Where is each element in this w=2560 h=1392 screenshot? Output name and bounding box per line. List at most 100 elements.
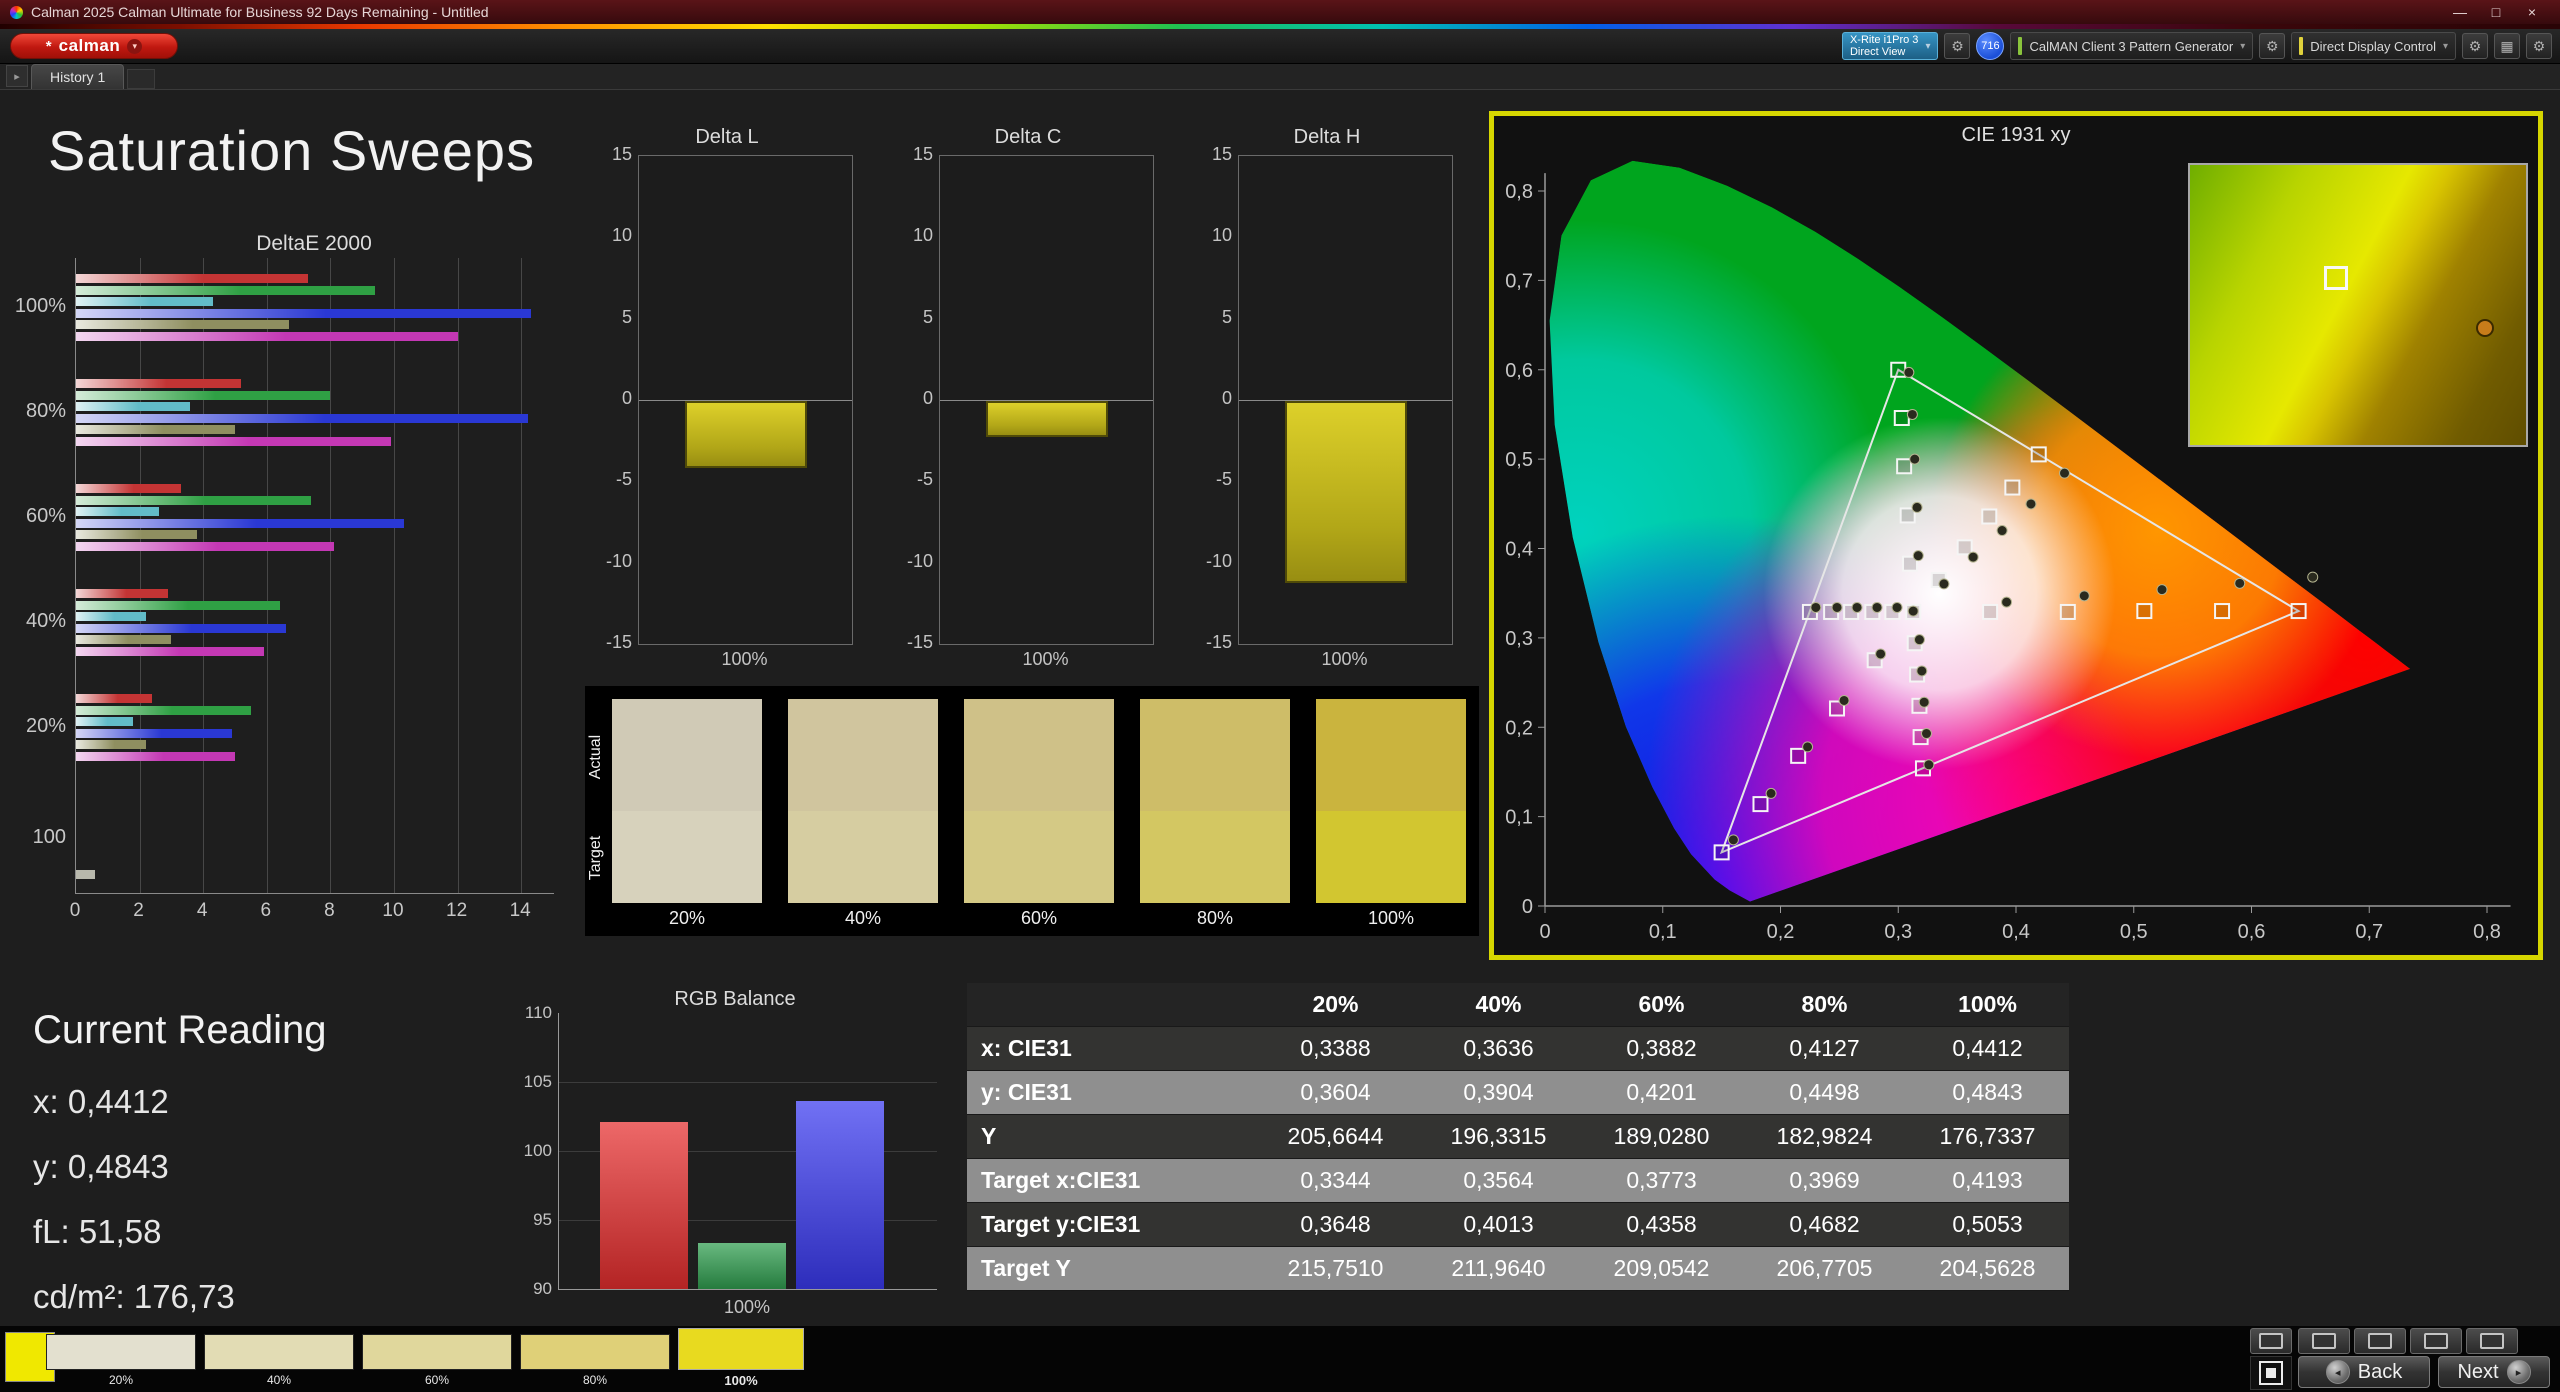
y-tick-label: 0 bbox=[922, 388, 933, 408]
svg-text:0,8: 0,8 bbox=[2473, 921, 2501, 943]
table-value-cell: 0,3388 bbox=[1254, 1027, 1417, 1071]
measured-dot bbox=[2156, 584, 2168, 596]
bar bbox=[698, 1243, 786, 1289]
inset-target-square bbox=[2324, 265, 2349, 290]
table-value-cell: 0,3344 bbox=[1254, 1159, 1417, 1203]
target-square bbox=[2136, 603, 2153, 620]
pattern-size-button-4[interactable] bbox=[2466, 1328, 2518, 1354]
x-tick-label: 8 bbox=[324, 900, 335, 921]
pattern-generator-label: CalMAN Client 3 Pattern Generator bbox=[2029, 38, 2234, 54]
next-arrow-icon: ▸ bbox=[2506, 1360, 2531, 1384]
y-tick-label: 110 bbox=[524, 1003, 552, 1022]
table-row-label: Target Y bbox=[967, 1247, 1254, 1291]
back-arrow-icon: ◂ bbox=[2325, 1360, 2350, 1384]
pattern-size-button-3[interactable] bbox=[2410, 1328, 2462, 1354]
gridline bbox=[266, 258, 268, 893]
deltae2000-chart-title: DeltaE 2000 bbox=[256, 232, 372, 255]
deltae2000-plot bbox=[75, 258, 554, 894]
current-reading-block: Current Reading x: 0,4412 y: 0,4843 fL: … bbox=[33, 1008, 327, 1343]
deltae2000-y-labels: 100% 80% 60% 40% 20% 100 bbox=[0, 258, 66, 893]
pattern-size-button-1[interactable] bbox=[2298, 1328, 2350, 1354]
delta-c-plot bbox=[939, 155, 1154, 645]
measured-dot bbox=[1875, 648, 1887, 660]
meter-dropdown[interactable]: X-Rite i1Pro 3 Direct View ▾ bbox=[1841, 32, 1939, 60]
measured-dot bbox=[1911, 501, 1923, 513]
svg-text:0,3: 0,3 bbox=[1505, 628, 1533, 650]
target-square bbox=[1899, 507, 1916, 524]
settings-gear-icon[interactable]: ⚙ bbox=[2526, 33, 2552, 59]
svg-text:0,7: 0,7 bbox=[2355, 921, 2383, 943]
pattern-size-button-2[interactable] bbox=[2354, 1328, 2406, 1354]
meter-settings-gear-icon[interactable]: ⚙ bbox=[1944, 33, 1971, 59]
workspace-icon[interactable]: ▦ bbox=[2494, 33, 2520, 59]
bottom-swatch-20%[interactable] bbox=[46, 1334, 196, 1370]
y-tick-label: -10 bbox=[605, 550, 632, 571]
x-tick-label: 10 bbox=[382, 900, 404, 921]
cie-chart-title: CIE 1931 xy bbox=[1961, 124, 2071, 146]
bar bbox=[76, 436, 391, 446]
bottom-swatch-40%[interactable] bbox=[204, 1334, 354, 1370]
measured-dot bbox=[1891, 601, 1903, 613]
bar bbox=[76, 646, 264, 656]
group-label: 100 bbox=[32, 826, 66, 848]
tab-scroll-left-icon[interactable]: ▸ bbox=[6, 65, 28, 87]
table-value-cell: 0,4013 bbox=[1417, 1203, 1580, 1247]
y-tick-label: -5 bbox=[916, 469, 933, 490]
bottom-swatch-80%[interactable] bbox=[520, 1334, 670, 1370]
app-icon bbox=[10, 5, 23, 19]
svg-text:0,6: 0,6 bbox=[2238, 921, 2266, 943]
bottom-swatch-60%[interactable] bbox=[362, 1334, 512, 1370]
bar bbox=[76, 379, 242, 388]
gridline bbox=[559, 1082, 937, 1083]
table-value-cell: 204,5628 bbox=[1906, 1247, 2069, 1291]
table-row-label: y: CIE31 bbox=[967, 1071, 1254, 1115]
bar bbox=[76, 320, 290, 329]
svg-text:0,1: 0,1 bbox=[1649, 921, 1677, 943]
bar bbox=[76, 612, 146, 621]
svg-text:0: 0 bbox=[1522, 896, 1533, 918]
display-control-dropdown[interactable]: Direct Display Control ▾ bbox=[2291, 32, 2456, 60]
table-value-cell: 176,7337 bbox=[1906, 1115, 2069, 1159]
y-tick-label: 100 bbox=[523, 1141, 552, 1160]
target-square bbox=[1981, 508, 1998, 525]
y-tick-label: -5 bbox=[1215, 469, 1232, 490]
display-settings-gear-icon[interactable]: ⚙ bbox=[2462, 33, 2488, 59]
target-square bbox=[1896, 458, 1913, 475]
back-button[interactable]: ◂ Back bbox=[2298, 1356, 2430, 1388]
deltae2000-chart: DeltaE 2000 100% 80% 60% 40% 20% 100 0 2 4 6 8 10 1… bbox=[0, 232, 580, 948]
close-button[interactable]: × bbox=[2514, 4, 2550, 20]
calman-app-window: Calman 2025 Calman Ultimate for Business… bbox=[0, 0, 2560, 1392]
y-tick-label: -15 bbox=[605, 632, 632, 652]
y-tick-label: 5 bbox=[621, 306, 632, 327]
pattern-settings-gear-icon[interactable]: ⚙ bbox=[2259, 33, 2286, 59]
table-value-cell: 0,4498 bbox=[1743, 1071, 1906, 1115]
deltae2000-x-labels: 0 2 4 6 8 10 12 14 bbox=[0, 900, 580, 924]
group-label: 20% bbox=[25, 715, 66, 737]
tab-history-1[interactable]: History 1 bbox=[31, 64, 125, 89]
pattern-window-button[interactable] bbox=[2250, 1328, 2292, 1354]
swatch-column-label: 60% bbox=[1020, 908, 1058, 928]
calman-menu-button[interactable]: * calman ▾ bbox=[10, 33, 178, 59]
y-tick-label: -5 bbox=[615, 469, 632, 490]
delta-h-x-label: 100% bbox=[1321, 649, 1368, 669]
target-swatch bbox=[788, 811, 938, 903]
bottom-swatch-100%[interactable] bbox=[678, 1328, 804, 1370]
x-tick-label: 6 bbox=[260, 900, 272, 921]
pattern-fullfield-button[interactable] bbox=[2250, 1356, 2292, 1390]
x-tick-label: 4 bbox=[196, 900, 208, 921]
minimize-button[interactable]: — bbox=[2442, 4, 2478, 20]
display-control-accent bbox=[2299, 37, 2304, 55]
swatch-column-label: 80% bbox=[1196, 908, 1234, 928]
meter-name: X-Rite i1Pro 3 bbox=[1849, 34, 1919, 46]
next-button[interactable]: Next ▸ bbox=[2438, 1356, 2550, 1388]
monitor-icon bbox=[2480, 1333, 2504, 1349]
y-tick-label: 95 bbox=[533, 1210, 552, 1229]
y-tick-label: 0 bbox=[1221, 388, 1232, 408]
pattern-generator-dropdown[interactable]: CalMAN Client 3 Pattern Generator ▾ bbox=[2010, 32, 2254, 60]
new-tab-button[interactable] bbox=[127, 69, 156, 89]
maximize-button[interactable]: □ bbox=[2478, 4, 2514, 20]
bar bbox=[76, 623, 286, 633]
bar bbox=[76, 402, 191, 411]
y-tick-label: -15 bbox=[1205, 632, 1232, 652]
table-value-cell: 0,4358 bbox=[1580, 1203, 1743, 1247]
